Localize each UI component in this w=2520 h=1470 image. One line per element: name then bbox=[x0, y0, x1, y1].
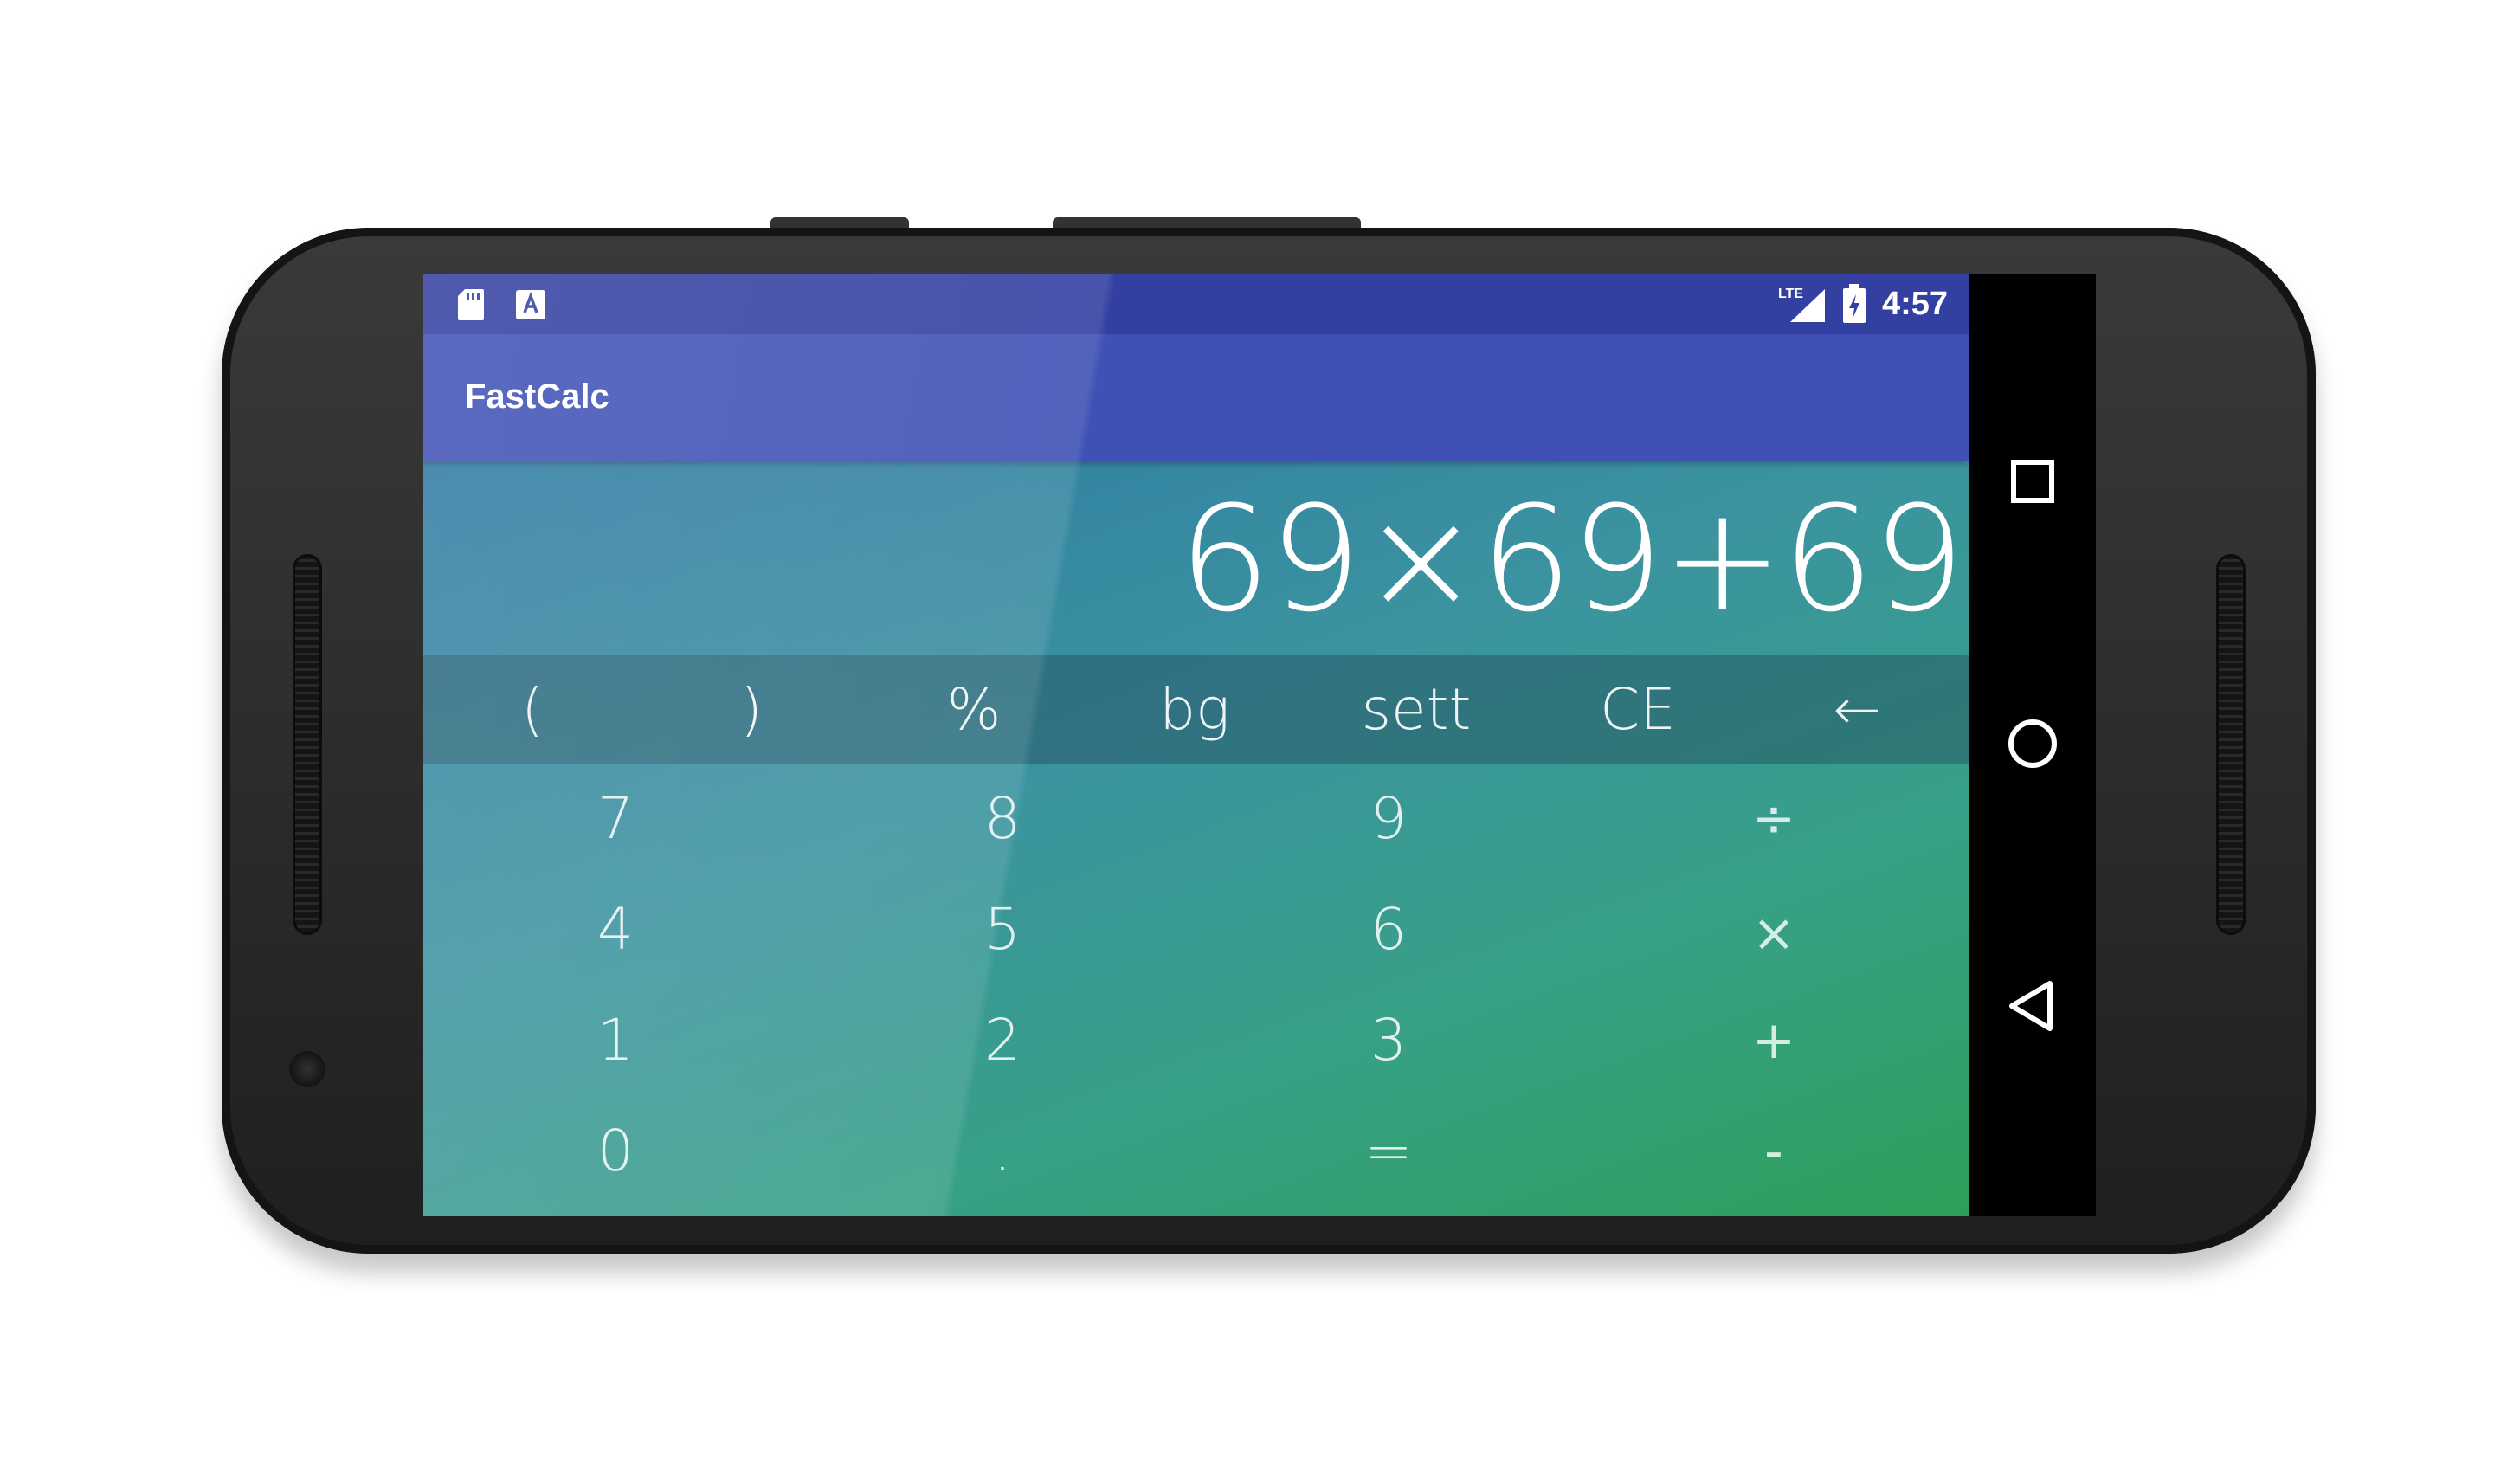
calculator-body: 69×69+69 ( ) % bg sett CE ← 7 8 9 ÷ 4 5 … bbox=[423, 461, 1969, 1216]
app-bar: FastCalc bbox=[423, 334, 1969, 461]
sd-card-icon bbox=[458, 289, 484, 320]
right-speaker-grille bbox=[2216, 554, 2246, 935]
digit-5-key[interactable]: 5 bbox=[984, 874, 1021, 985]
backspace-key[interactable]: ← bbox=[1833, 655, 1880, 764]
minus-key[interactable]: - bbox=[1764, 1096, 1783, 1207]
digit-0-key[interactable]: 0 bbox=[597, 1096, 634, 1207]
open-paren-key[interactable]: ( bbox=[521, 655, 544, 764]
left-speaker-grille bbox=[293, 554, 322, 935]
clear-entry-key[interactable]: CE bbox=[1600, 655, 1676, 764]
plus-key[interactable]: + bbox=[1752, 985, 1795, 1096]
status-right-group: LTE 4:57 bbox=[1778, 274, 1948, 334]
back-triangle-icon[interactable] bbox=[1998, 971, 2067, 1041]
navigation-bar bbox=[1969, 274, 2096, 1216]
fastcalc-app: LTE 4:57 FastCalc 69×69+69 ( ) % bg sett… bbox=[423, 274, 1969, 1216]
lte-signal-icon: LTE bbox=[1778, 287, 1825, 322]
expression-display: 69×69+69 bbox=[1178, 474, 1965, 644]
function-key-row: ( ) % bg sett CE ← bbox=[423, 655, 1969, 764]
divide-key[interactable]: ÷ bbox=[1752, 764, 1795, 874]
digit-3-key[interactable]: 3 bbox=[1370, 985, 1407, 1096]
front-camera bbox=[289, 1051, 325, 1087]
lte-icon: LTE bbox=[1778, 287, 1803, 301]
recents-square-icon[interactable] bbox=[1998, 447, 2067, 516]
digit-7-key[interactable]: 7 bbox=[597, 764, 634, 874]
digit-8-key[interactable]: 8 bbox=[984, 764, 1021, 874]
digit-2-key[interactable]: 2 bbox=[984, 985, 1021, 1096]
home-circle-icon[interactable] bbox=[1998, 709, 2067, 778]
digit-6-key[interactable]: 6 bbox=[1370, 874, 1407, 985]
status-clock: 4:57 bbox=[1881, 286, 1948, 322]
close-paren-key[interactable]: ) bbox=[740, 655, 763, 764]
background-key[interactable]: bg bbox=[1159, 655, 1230, 764]
digit-9-key[interactable]: 9 bbox=[1370, 764, 1407, 874]
status-bar: LTE 4:57 bbox=[423, 274, 1969, 334]
equals-key[interactable]: = bbox=[1364, 1096, 1412, 1207]
battery-charging-icon bbox=[1842, 284, 1866, 323]
phone-screen: LTE 4:57 FastCalc 69×69+69 ( ) % bg sett… bbox=[423, 274, 2096, 1216]
decimal-point-key[interactable]: . bbox=[994, 1096, 1012, 1207]
keyboard-a-icon bbox=[516, 290, 545, 319]
percent-key[interactable]: % bbox=[947, 655, 1002, 764]
app-title: FastCalc bbox=[465, 377, 609, 416]
settings-key[interactable]: sett bbox=[1362, 655, 1472, 764]
multiply-key[interactable]: × bbox=[1752, 878, 1795, 989]
digit-4-key[interactable]: 4 bbox=[597, 874, 634, 985]
digit-1-key[interactable]: 1 bbox=[597, 985, 634, 1096]
calculator-display: 69×69+69 bbox=[423, 461, 1969, 655]
